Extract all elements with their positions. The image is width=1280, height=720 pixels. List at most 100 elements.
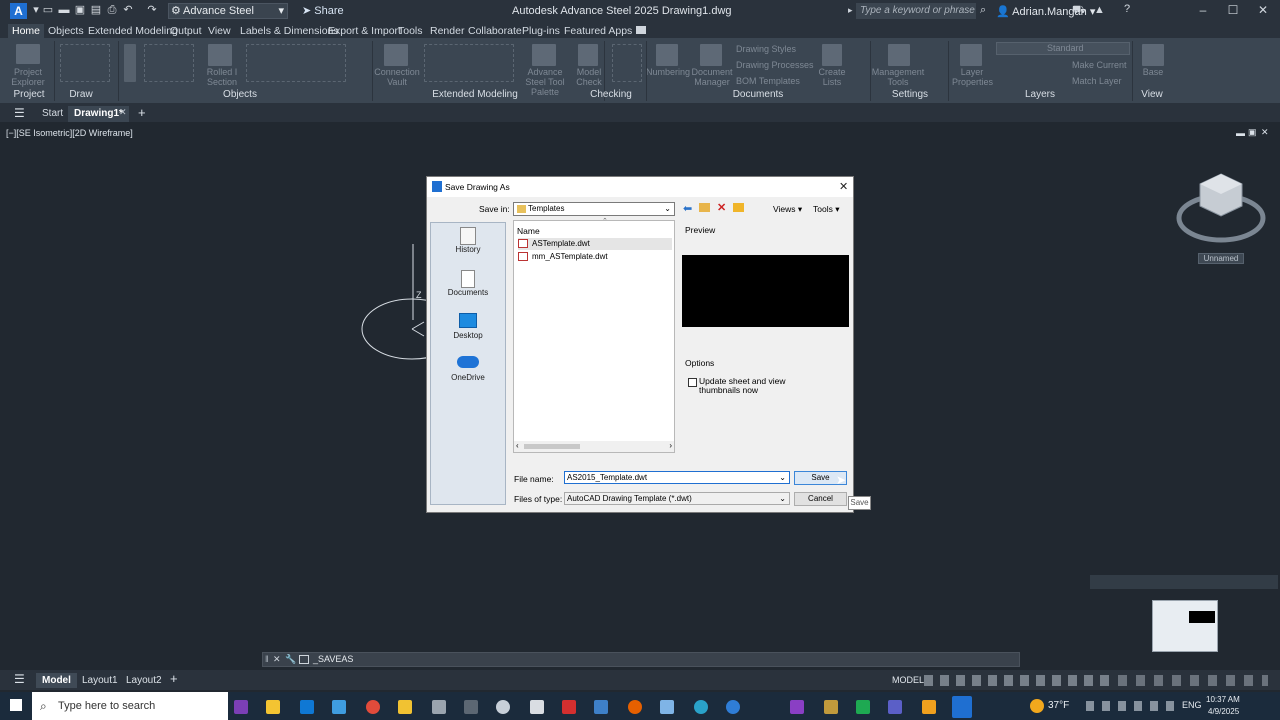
back-arrow-icon[interactable]: ⬅: [683, 202, 692, 215]
bom-templates-button[interactable]: BOM Templates: [736, 76, 816, 86]
command-line-grip-icon[interactable]: ‖: [265, 654, 269, 664]
taskbar-app-icon[interactable]: [726, 700, 740, 714]
tab-tools[interactable]: Tools: [398, 24, 423, 38]
taskbar-app-icon[interactable]: [234, 700, 248, 714]
navigation-bar[interactable]: [1090, 575, 1278, 589]
taskbar-app-icon[interactable]: [790, 700, 804, 714]
scrollbar-thumb[interactable]: [524, 444, 580, 449]
group-draw[interactable]: Draw: [62, 88, 100, 102]
help-icon[interactable]: ?: [1124, 3, 1130, 15]
command-line[interactable]: ‖ ✕ 🔧 _SAVEAS: [262, 652, 1020, 667]
file-type-dropdown[interactable]: AutoCAD Drawing Template (*.dwt) ⌄: [564, 492, 790, 505]
save-icon[interactable]: ▣: [74, 4, 86, 16]
system-tray-icons[interactable]: [1086, 701, 1178, 711]
taskbar-app-icon[interactable]: [464, 700, 478, 714]
taskbar-app-icon[interactable]: [856, 700, 870, 714]
taskbar-app-icon[interactable]: [594, 700, 608, 714]
taskbar-search-input[interactable]: ⌕ Type here to search: [32, 692, 228, 720]
close-icon[interactable]: ✕: [839, 180, 848, 193]
extended-modeling-icons[interactable]: [424, 44, 514, 82]
tab-extended-modeling[interactable]: Extended Modeling: [88, 24, 178, 38]
scroll-right-icon[interactable]: ›: [669, 441, 672, 450]
save-in-dropdown[interactable]: Templates ⌄: [513, 202, 675, 216]
project-explorer-icon[interactable]: [16, 44, 40, 64]
up-folder-icon[interactable]: [699, 203, 710, 212]
chevron-down-icon[interactable]: ▾: [30, 4, 42, 16]
chrome-icon[interactable]: [366, 700, 380, 714]
update-thumbnails-checkbox[interactable]: [688, 378, 697, 387]
cart-icon[interactable]: ⛟: [1072, 4, 1086, 18]
save-as-icon[interactable]: ▤: [90, 4, 102, 16]
group-layers[interactable]: Layers: [1020, 88, 1060, 102]
drawing-processes-button[interactable]: Drawing Processes: [736, 60, 816, 70]
model-check-icon[interactable]: [578, 44, 598, 66]
maximize-button[interactable]: ☐: [1226, 3, 1240, 17]
file-row[interactable]: ASTemplate.dwt: [518, 238, 672, 250]
viewcube[interactable]: [1176, 168, 1266, 248]
group-project[interactable]: Project: [8, 88, 50, 102]
place-history[interactable]: History: [431, 227, 505, 254]
tab-output[interactable]: Output: [170, 24, 202, 38]
file-row[interactable]: mm_ASTemplate.dwt: [518, 251, 672, 263]
print-icon[interactable]: ⎙: [106, 4, 118, 16]
tab-view[interactable]: View: [208, 24, 231, 38]
minimize-button[interactable]: –: [1196, 3, 1210, 17]
layer-dropdown[interactable]: Standard: [996, 42, 1130, 55]
clock-date[interactable]: 4/9/2025: [1208, 707, 1239, 716]
draw-tools-icon[interactable]: [60, 44, 110, 82]
objects-tools-icons[interactable]: [246, 44, 346, 82]
delete-icon[interactable]: ✕: [717, 201, 726, 214]
windows-start-icon[interactable]: [10, 699, 22, 711]
search-icon[interactable]: ⌕: [980, 4, 986, 17]
new-layout-plus-icon[interactable]: +: [170, 671, 178, 686]
scroll-left-icon[interactable]: ‹: [516, 441, 519, 450]
tab-objects[interactable]: Objects: [48, 24, 84, 38]
file-list[interactable]: ⌃ Name ASTemplate.dwt mm_ASTemplate.dwt …: [513, 218, 675, 453]
clock-time[interactable]: 10:37 AM: [1206, 695, 1240, 704]
tool-palette-icon[interactable]: [532, 44, 556, 66]
tab-layout2[interactable]: Layout2: [120, 673, 168, 688]
place-onedrive[interactable]: OneDrive: [431, 356, 505, 382]
teams-icon[interactable]: [888, 700, 902, 714]
pdf-app-icon[interactable]: [562, 700, 576, 714]
taskbar-app-icon[interactable]: [824, 700, 838, 714]
objects-small-icons[interactable]: [144, 44, 194, 82]
views-menu[interactable]: Views ▾: [773, 204, 802, 215]
hamburger-menu-icon[interactable]: ☰: [14, 106, 25, 120]
place-documents[interactable]: Documents: [431, 270, 505, 297]
tab-model[interactable]: Model: [36, 673, 77, 688]
tab-export-import[interactable]: Export & Import: [328, 24, 401, 38]
taskbar-app-icon[interactable]: [300, 700, 314, 714]
weather-temp[interactable]: 37°F: [1048, 700, 1069, 711]
close-tab-icon[interactable]: ✕: [119, 107, 127, 118]
ribbon-toggle-icon[interactable]: [636, 26, 646, 34]
viewport-restore-icon[interactable]: ▣: [1248, 127, 1257, 138]
new-folder-icon[interactable]: [733, 203, 744, 212]
make-current-button[interactable]: Make Current: [1072, 60, 1132, 70]
autodesk-a360-icon[interactable]: ▲: [1094, 4, 1105, 16]
viewport-minimize-icon[interactable]: ▬: [1236, 128, 1245, 138]
taskbar-app-icon[interactable]: [694, 700, 708, 714]
group-objects[interactable]: Objects: [220, 88, 260, 102]
tab-labels-dimensions[interactable]: Labels & Dimensions: [240, 24, 339, 38]
application-menu-button[interactable]: A: [10, 3, 27, 19]
layer-properties-icon[interactable]: [960, 44, 982, 66]
tab-featured-apps[interactable]: Featured Apps: [564, 24, 632, 38]
taskbar-app-icon[interactable]: [266, 700, 280, 714]
command-prompt-icon[interactable]: [299, 655, 309, 664]
taskbar-app-icon[interactable]: [432, 700, 446, 714]
close-window-button[interactable]: ✕: [1256, 3, 1270, 17]
group-checking[interactable]: Checking: [586, 88, 636, 102]
advance-steel-taskbar-icon[interactable]: [952, 696, 972, 718]
group-settings[interactable]: Settings: [888, 88, 932, 102]
chevron-right-icon[interactable]: ▸: [848, 5, 853, 16]
viewport-controls-label[interactable]: [−][SE Isometric][2D Wireframe]: [6, 128, 133, 138]
new-file-icon[interactable]: ▭: [42, 4, 54, 16]
drawing-styles-button[interactable]: Drawing Styles: [736, 44, 816, 54]
taskbar-app-icon[interactable]: [496, 700, 510, 714]
group-documents[interactable]: Documents: [730, 88, 786, 102]
rolled-section-icon[interactable]: [208, 44, 232, 66]
column-header-name[interactable]: Name: [517, 226, 540, 236]
new-tab-plus-icon[interactable]: +: [138, 105, 146, 120]
tab-layout1[interactable]: Layout1: [76, 673, 124, 688]
